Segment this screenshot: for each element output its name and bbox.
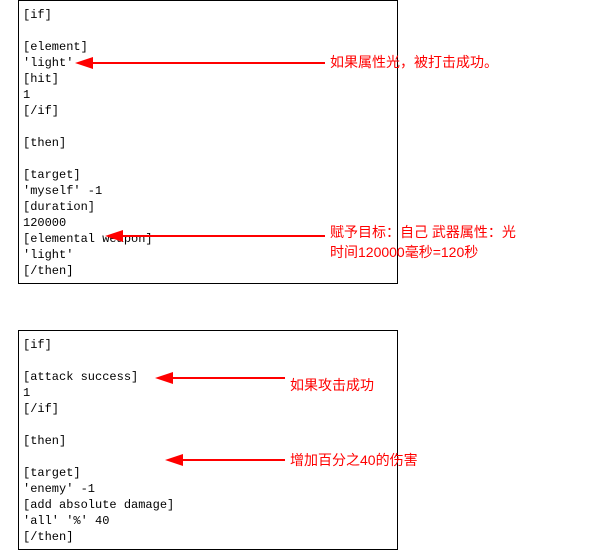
annotation-1: 如果属性光，被打击成功。 [330,52,498,72]
annotation-3: 如果攻击成功 [290,375,374,395]
code-text-1: [if] [element] 'light' [hit] 1 [/if] [th… [23,8,153,278]
annotation-3-text: 如果攻击成功 [290,377,374,393]
annotation-4: 增加百分之40的伤害 [290,450,418,470]
annotation-2-line1: 赋予目标：自己 武器属性：光 [330,224,516,240]
code-text-2: [if] [attack success] 1 [/if] [then] [ta… [23,338,174,544]
code-block-2: [if] [attack success] 1 [/if] [then] [ta… [18,330,398,550]
annotation-1-text: 如果属性光，被打击成功。 [330,54,498,70]
annotation-4-text: 增加百分之40的伤害 [290,452,418,468]
annotation-2: 赋予目标：自己 武器属性：光 时间120000毫秒=120秒 [330,222,516,262]
annotation-2-line2: 时间120000毫秒=120秒 [330,244,478,260]
